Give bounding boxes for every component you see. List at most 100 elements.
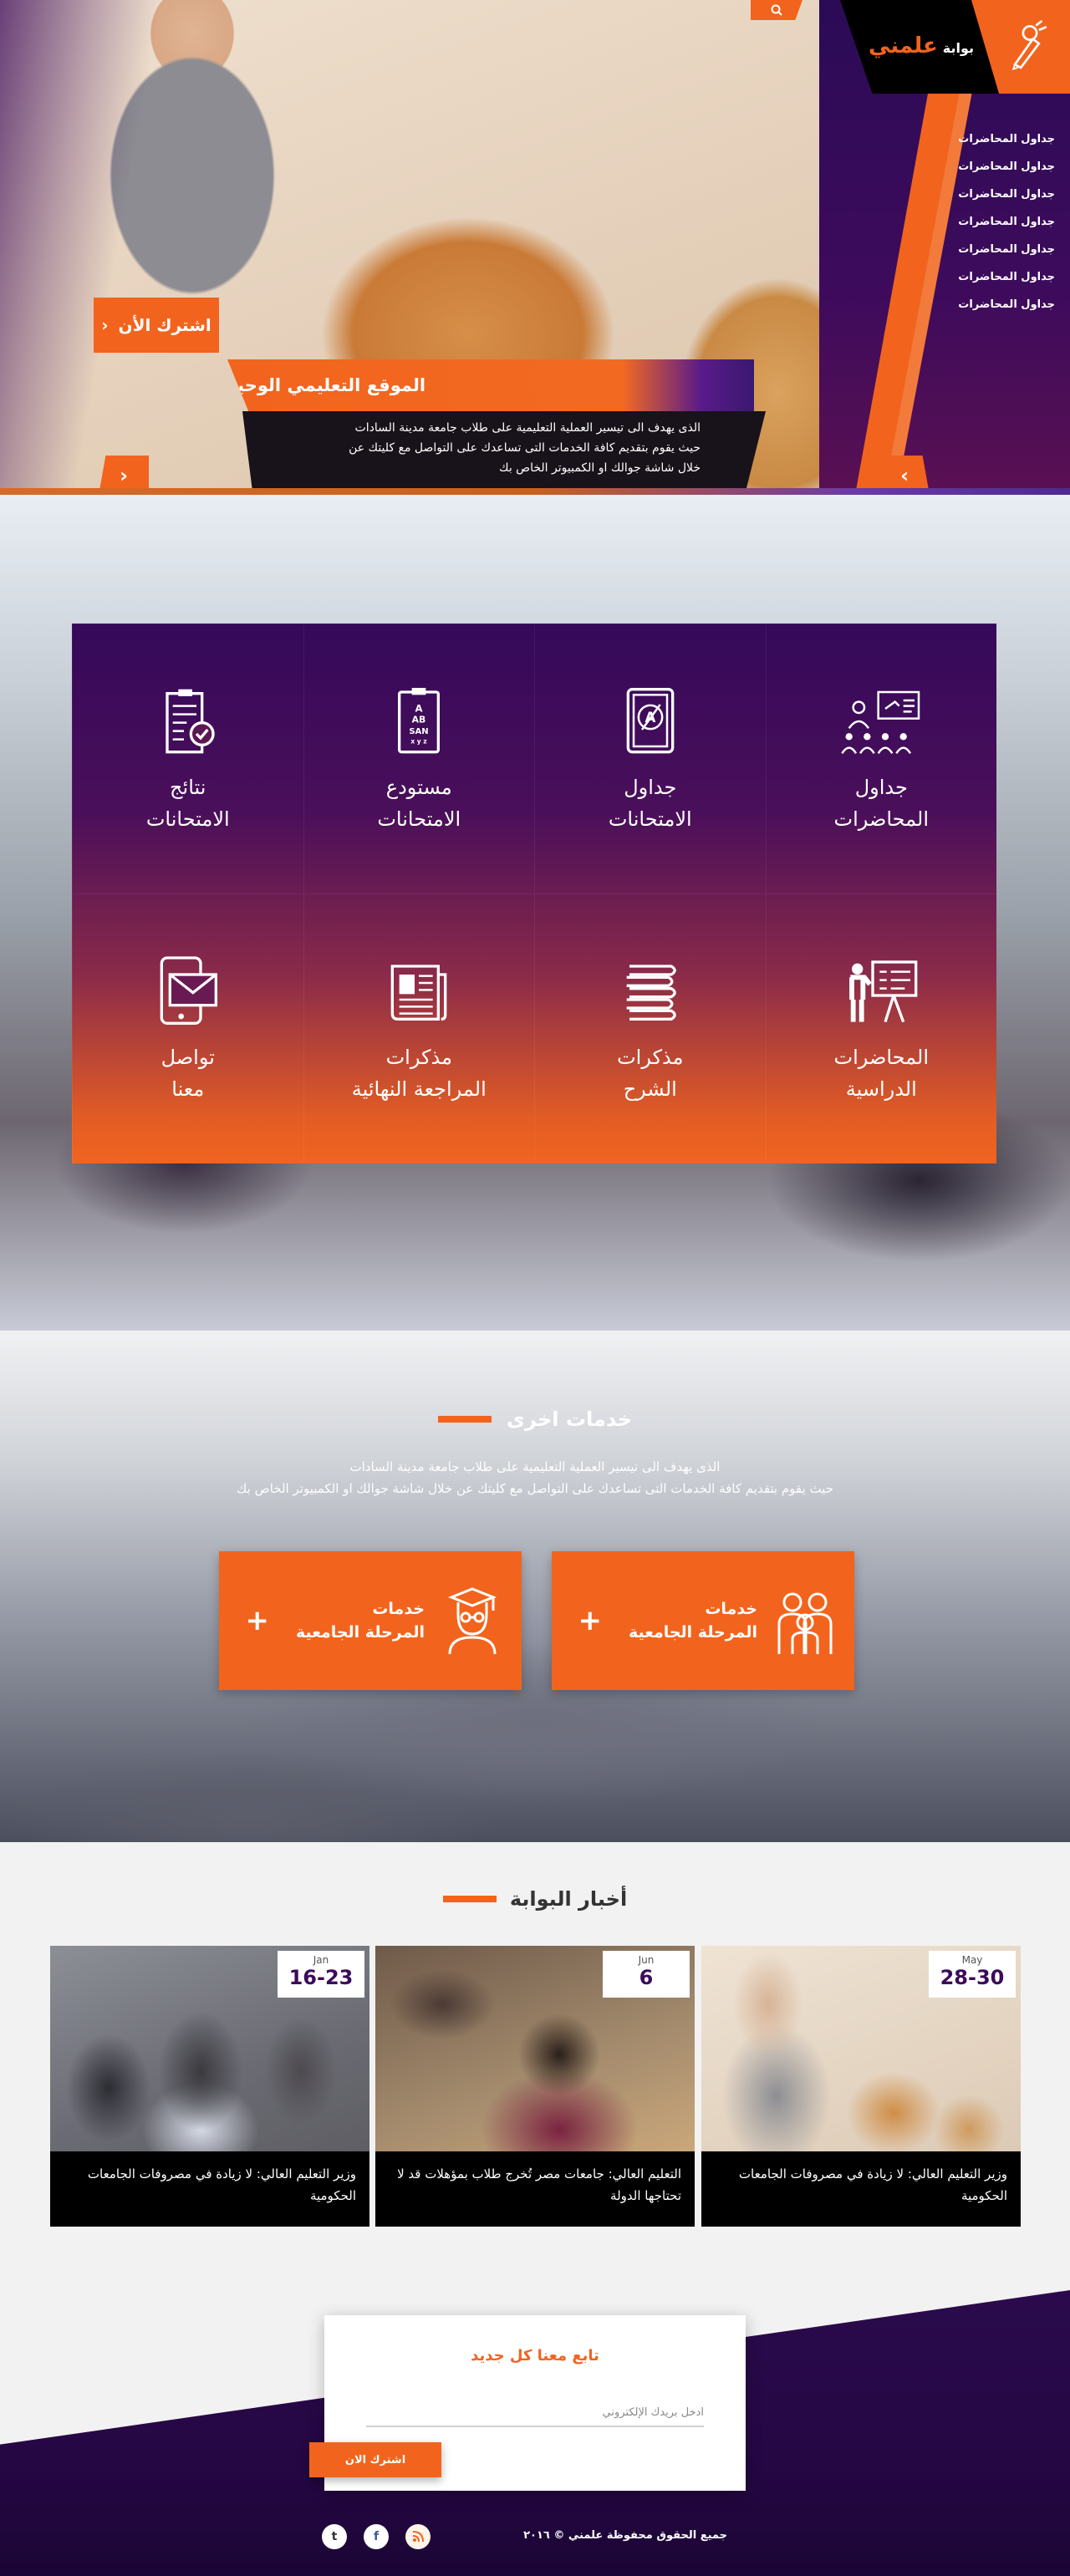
subscribe-now-button[interactable]: اشترك الأن ‹ (94, 298, 219, 353)
exam-bank-icon: AAB SAN x y z (398, 688, 441, 754)
service-label: المحاضرات (833, 807, 930, 831)
news-date-badge: Jan 16-23 (278, 1951, 364, 1998)
pen-logo-icon[interactable] (1005, 15, 1055, 74)
copyright-text: جميع الحقوق محفوظة علمني © ٢٠١٦ (523, 2529, 727, 2542)
search-button[interactable] (751, 0, 802, 20)
news-section-title: أخبار البوابة (0, 1887, 1070, 1911)
phone-mail-icon (160, 956, 217, 1025)
news-month: Jan (313, 1954, 329, 1966)
service-label: مستودع (385, 776, 452, 799)
side-menu-item[interactable]: جداول المحاضرات (958, 125, 1055, 153)
chevron-left-icon: ‹ (120, 463, 128, 487)
news-month: May (961, 1954, 983, 1966)
side-menu-item[interactable]: جداول المحاضرات (958, 208, 1055, 236)
service-lectures[interactable]: المحاضرات الدراسية (765, 893, 996, 1163)
logo-prefix: بوابة (942, 40, 974, 56)
news-day: 28-30 (940, 1966, 1005, 1989)
news-headline: وزير التعليم العالي: لا زيادة في مصروفات… (738, 2166, 1007, 2203)
hero-caption-title-text: الموقع التعليمي الوحيد (227, 375, 426, 395)
service-label: جداول (624, 776, 677, 799)
lecturer-board-icon (849, 960, 918, 1023)
other-services-section: خدمات اخرى الذى يهدف الى تيسير العملية ا… (0, 1331, 1070, 1842)
email-field[interactable] (366, 2399, 704, 2427)
news-card[interactable]: Jun 6 التعليم العالي: جامعات مصر تُخرج ط… (375, 1946, 695, 2227)
section-description: الذى يهدف الى تيسير العملية التعليمية عل… (0, 1456, 1070, 1499)
exam-schedule-icon: A (626, 688, 675, 754)
service-lecture-schedule[interactable]: جداول المحاضرات (765, 624, 996, 893)
twitter-icon[interactable]: t (322, 2524, 347, 2549)
service-label: الدراسية (845, 1077, 917, 1101)
chevron-right-icon: › (900, 463, 909, 487)
svg-text:x y z: x y z (411, 738, 427, 746)
side-menu-item[interactable]: جداول المحاضرات (958, 263, 1055, 291)
service-label: تواصل (160, 1046, 215, 1069)
card-label: خدمات (372, 1600, 425, 1618)
service-label: الامتحانات (377, 807, 461, 831)
social-links: t f (322, 2524, 431, 2549)
hero-caption-line: الذى يهدف الى تيسير العملية التعليمية عل… (354, 421, 701, 435)
section-title: خدمات اخرى (0, 1408, 1070, 1431)
news-image: May 28-30 (701, 1946, 1021, 2151)
news-day: 6 (639, 1966, 654, 1989)
service-review-notes[interactable]: مذكرات المراجعة النهائية (303, 893, 534, 1163)
service-label: الامتحانات (145, 807, 230, 831)
service-label: مذكرات (385, 1046, 452, 1069)
service-label: المحاضرات (833, 1046, 930, 1069)
newsletter-title: تابع معنا كل جديد (471, 2347, 599, 2365)
news-image: Jun 6 (375, 1946, 695, 2151)
side-menu-item[interactable]: جداول المحاضرات (958, 236, 1055, 263)
service-exam-bank[interactable]: A AB SAN x y z مستودع الامتحانات (303, 624, 534, 893)
side-menu-item[interactable]: جداول المحاضرات (958, 291, 1055, 318)
university-services-card[interactable]: خدمات المرحلة الجامعية + (219, 1551, 522, 1690)
svg-text:SAN: SAN (410, 727, 429, 736)
services-section: جداول المحاضرات A جداول الامتحانات AABSA… (0, 495, 1070, 1331)
title-accent-bar (442, 1896, 497, 1902)
svg-text:A: A (415, 702, 423, 714)
service-label: نتائج (170, 776, 206, 799)
description-line: حيث يقوم بتقديم كافة الخدمات التى تساعدك… (237, 1481, 833, 1496)
search-icon (771, 4, 782, 16)
subscribe-label: اشترك الأن (118, 315, 211, 335)
service-label: الشرح (623, 1077, 677, 1101)
title-accent-bar (438, 1416, 492, 1423)
card-label: خدمات (705, 1600, 757, 1618)
university-services-card[interactable]: خدمات المرحلة الجامعية + (552, 1551, 854, 1690)
news-card[interactable]: May 28-30 وزير التعليم العالي: لا زيادة … (701, 1946, 1021, 2227)
side-menu-item[interactable]: جداول المحاضرات (958, 153, 1055, 181)
service-label: جداول (854, 776, 908, 799)
students-group-icon (777, 1592, 833, 1654)
rss-icon[interactable] (405, 2524, 431, 2549)
news-image: Jan 16-23 (50, 1946, 369, 2151)
service-exam-schedule[interactable]: A جداول الامتحانات (534, 624, 766, 893)
hero-caption-line: خلال شاشة جوالك او الكمبيوتر الخاص بك (499, 461, 701, 475)
newspaper-icon (390, 965, 447, 1021)
graduate-icon (447, 1587, 497, 1655)
service-contact[interactable]: تواصل معنا (72, 893, 303, 1163)
side-menu: جداول المحاضرات جداول المحاضرات جداول ال… (958, 125, 1055, 318)
hero-caption-line: حيث يقوم بتقديم كافة الخدمات التى تساعدك… (349, 441, 701, 455)
service-label: معنا (171, 1077, 205, 1101)
books-stack-icon (626, 965, 676, 1021)
plus-icon: + (578, 1604, 603, 1637)
service-label: المراجعة النهائية (351, 1077, 487, 1101)
card-label: المرحلة الجامعية (628, 1623, 757, 1642)
site-logo[interactable]: بوابةعلمني (869, 33, 974, 59)
news-date-badge: Jun 6 (603, 1951, 690, 1998)
side-menu-item[interactable]: جداول المحاضرات (958, 181, 1055, 208)
service-exam-results[interactable]: نتائج الامتحانات (72, 624, 303, 893)
lecture-schedule-icon (841, 690, 920, 755)
service-notes[interactable]: مذكرات الشرح (534, 893, 766, 1163)
facebook-icon[interactable]: f (364, 2524, 389, 2549)
plus-icon: + (245, 1604, 270, 1637)
exam-results-icon (166, 689, 215, 754)
service-label: الامتحانات (608, 807, 692, 831)
newsletter-subscribe-button[interactable]: اشترك الان (309, 2442, 441, 2477)
svg-text:AB: AB (412, 715, 426, 725)
section-heading: خدمات اخرى (507, 1408, 632, 1431)
card-label: المرحلة الجامعية (295, 1623, 425, 1642)
chevron-left-icon: ‹ (101, 315, 109, 335)
news-headline: وزير التعليم العالي: لا زيادة في مصروفات… (87, 2166, 356, 2203)
news-card[interactable]: Jan 16-23 وزير التعليم العالي: لا زيادة … (50, 1946, 369, 2227)
news-date-badge: May 28-30 (929, 1951, 1016, 1998)
news-day: 16-23 (288, 1966, 354, 1989)
